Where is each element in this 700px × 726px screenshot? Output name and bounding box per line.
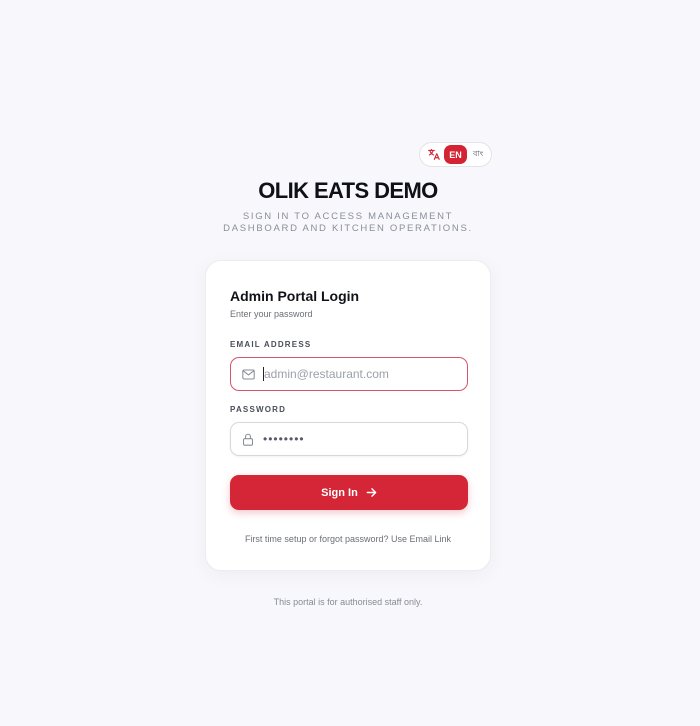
email-label: EMAIL ADDRESS <box>230 340 312 349</box>
login-page: EN বাং OLIK EATS DEMO SIGN IN TO ACCESS … <box>0 0 700 726</box>
sign-in-label: Sign In <box>321 486 358 499</box>
arrow-right-icon <box>366 487 377 498</box>
password-label: PASSWORD <box>230 405 287 414</box>
email-input[interactable] <box>264 362 464 386</box>
translate-icon <box>423 145 443 165</box>
lock-icon <box>241 432 255 446</box>
language-option-bn[interactable]: বাং <box>473 148 483 161</box>
email-field[interactable] <box>230 357 468 391</box>
email-link[interactable]: Use Email Link <box>391 534 451 544</box>
card-description: Enter your password <box>230 309 313 319</box>
help-prompt: First time setup or forgot password? <box>244 534 389 544</box>
sign-in-button[interactable]: Sign In <box>230 475 468 510</box>
language-switcher: EN বাং <box>419 142 492 167</box>
password-input[interactable] <box>263 427 463 451</box>
card-title: Admin Portal Login <box>230 288 360 304</box>
brand-subtitle: SIGN IN TO ACCESS MANAGEMENT DASHBOARD A… <box>223 211 473 234</box>
language-option-en[interactable]: EN <box>444 145 467 164</box>
footer-note: This portal is for authorised staff only… <box>273 597 423 607</box>
mail-icon <box>241 367 255 381</box>
password-field[interactable] <box>230 422 468 456</box>
login-card: Admin Portal Login Enter your password E… <box>205 260 491 571</box>
brand-title: OLIK EATS DEMO <box>258 178 438 203</box>
help-text: First time setup or forgot password? Use… <box>206 534 490 544</box>
